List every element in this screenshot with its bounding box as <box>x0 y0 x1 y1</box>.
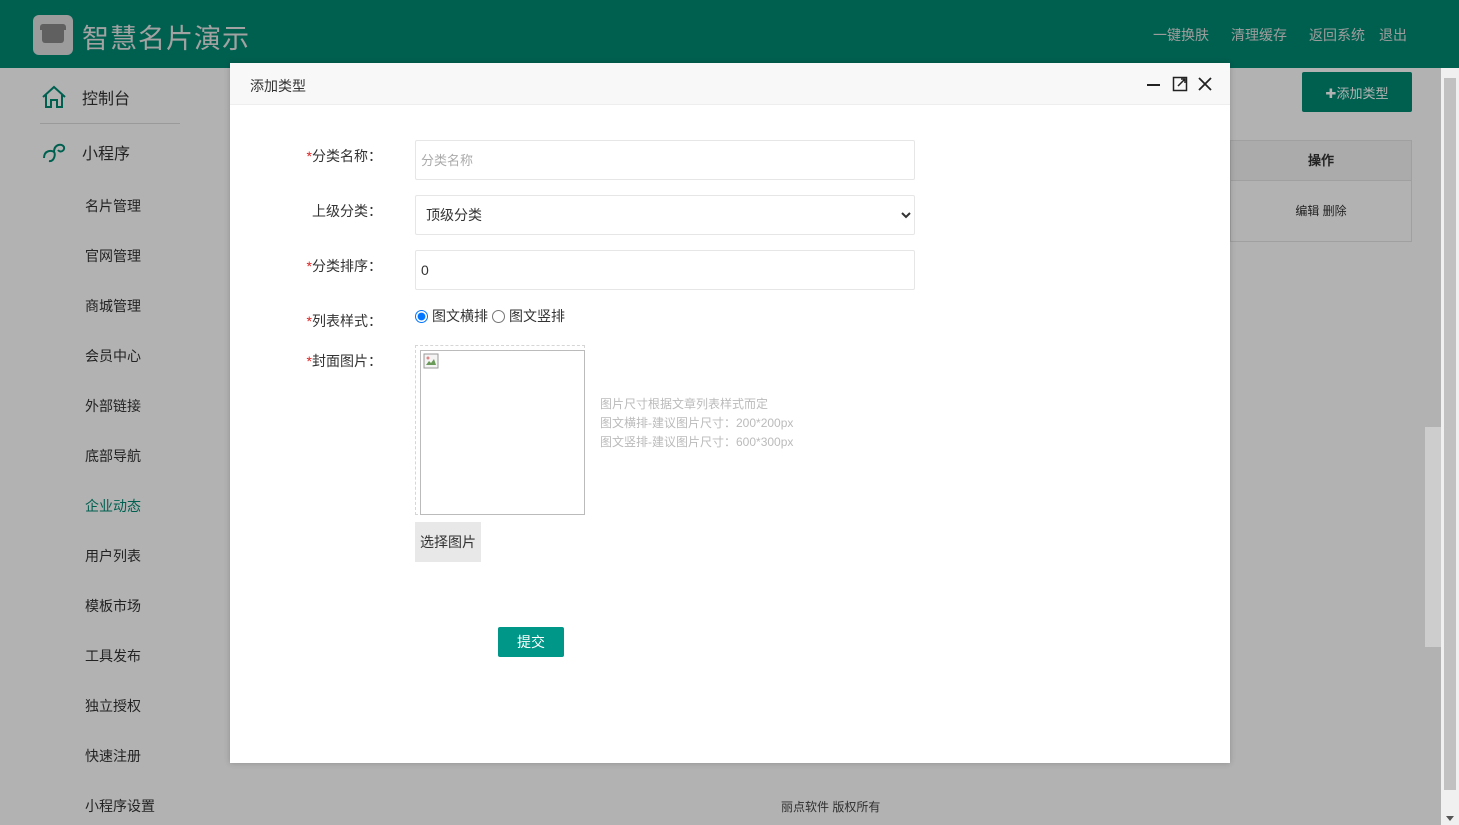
cover-image-preview <box>420 350 585 515</box>
submit-button[interactable]: 提交 <box>498 627 564 657</box>
add-type-dialog: 添加类型 *分类名称： 上级分类： 顶级分类 *分类排序： *列表样式： 图文横… <box>230 63 1230 763</box>
cover-image-hint: 图片尺寸根据文章列表样式而定 图文横排-建议图片尺寸：200*200px 图文竖… <box>600 395 793 452</box>
cover-label: *封面图片： <box>306 353 382 369</box>
parent-category-select[interactable]: 顶级分类 <box>415 195 915 235</box>
category-name-input[interactable] <box>415 140 915 180</box>
broken-image-icon <box>423 353 439 369</box>
list-style-radio-group: 图文横排 图文竖排 <box>415 306 569 326</box>
scroll-down-arrow-icon[interactable] <box>1446 816 1454 821</box>
cover-image-dropzone <box>415 345 585 515</box>
name-label: *分类名称： <box>306 148 382 164</box>
dialog-title: 添加类型 <box>250 78 306 94</box>
category-sort-input[interactable] <box>415 250 915 290</box>
dialog-header: 添加类型 <box>230 63 1230 105</box>
scrollbar-thumb[interactable] <box>1444 78 1456 790</box>
style-horizontal-radio[interactable] <box>415 309 428 323</box>
style-label: *列表样式： <box>306 313 382 329</box>
close-icon[interactable] <box>1197 76 1213 92</box>
minimize-icon[interactable] <box>1146 76 1162 92</box>
hint-line: 图文横排-建议图片尺寸：200*200px <box>600 416 794 430</box>
choose-image-button[interactable]: 选择图片 <box>415 522 481 562</box>
parent-label: 上级分类： <box>312 203 382 219</box>
style-vertical-radio[interactable] <box>492 309 505 323</box>
style-horizontal-label[interactable]: 图文横排 <box>432 306 488 326</box>
hint-line: 图片尺寸根据文章列表样式而定 <box>600 397 769 411</box>
style-vertical-label[interactable]: 图文竖排 <box>509 306 565 326</box>
sort-label: *分类排序： <box>306 258 382 274</box>
vertical-scrollbar[interactable] <box>1441 68 1459 825</box>
maximize-icon[interactable] <box>1172 76 1188 92</box>
hint-line: 图文竖排-建议图片尺寸：600*300px <box>600 435 794 449</box>
